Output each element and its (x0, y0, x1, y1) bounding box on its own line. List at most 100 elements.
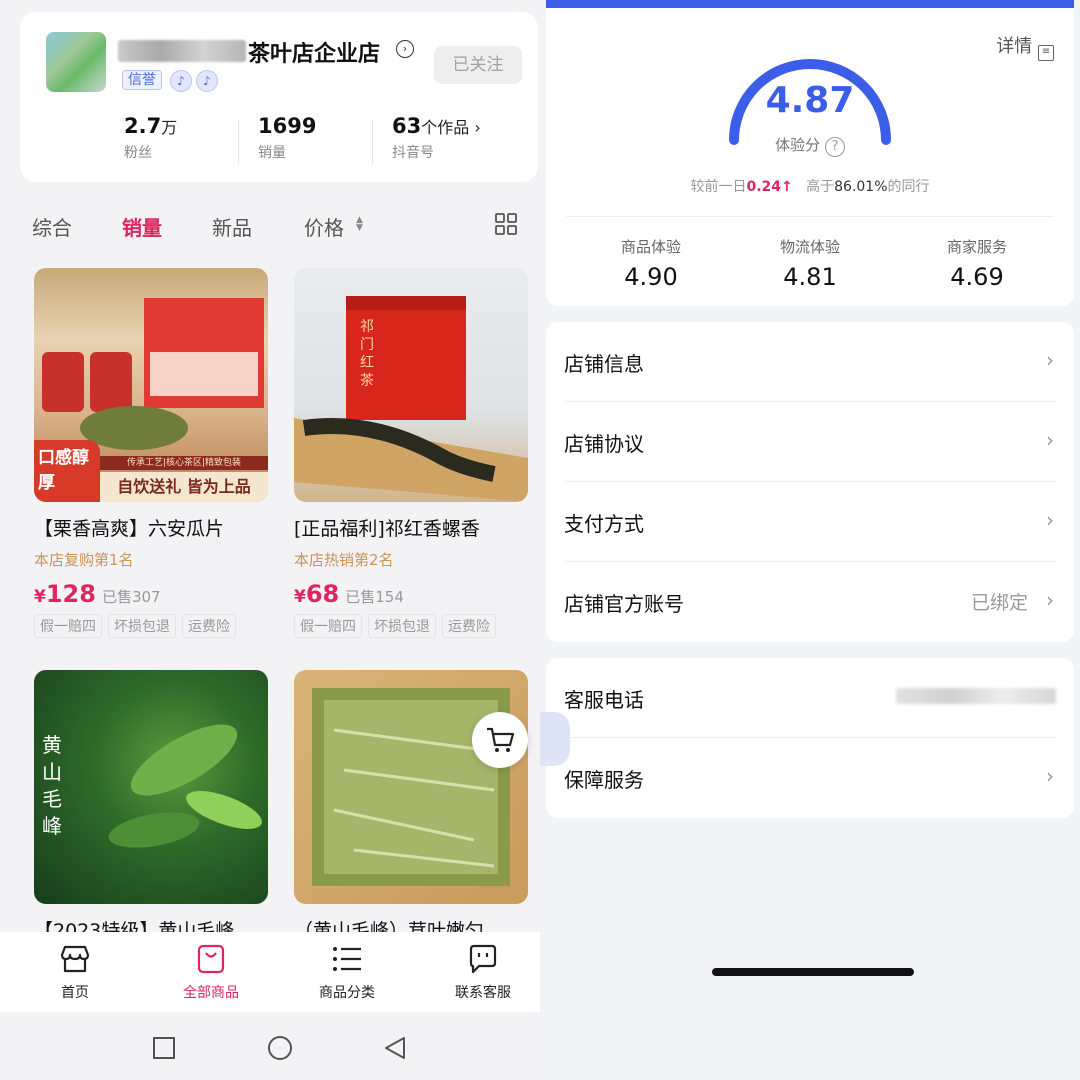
home-icon[interactable] (268, 1036, 292, 1060)
product-card[interactable]: 口感醇厚 传承工艺|核心茶区|精致包装 自饮送礼 皆为上品 【栗香高爽】六安瓜片… (34, 268, 268, 638)
rank-percent: 86.01% (834, 179, 888, 195)
grid-view-icon[interactable] (494, 212, 518, 236)
cart-icon (487, 727, 515, 752)
sub-score-value: 4.69 (950, 263, 1004, 291)
product-photo (312, 688, 510, 886)
menu-row-store-info[interactable]: 店铺信息 › (564, 322, 1056, 402)
rank-prefix: 高于 (806, 179, 835, 195)
menu-label: 店铺信息 (564, 352, 644, 376)
score-label-text: 体验分 (775, 136, 821, 154)
home-indicator[interactable] (712, 968, 914, 976)
detail-link[interactable]: 详情 ≡ (996, 32, 1054, 61)
sold-count: 已售307 (101, 588, 161, 606)
menu-row-store-agreement[interactable]: 店铺协议 › (564, 402, 1056, 482)
experience-score-card: 详情 ≡ 4.87 体验分 ? 较前一日0.24↑ 高于86.01%的同行 商品… (546, 0, 1074, 306)
tab-comprehensive[interactable]: 综合 (32, 212, 72, 241)
service-tag: 运费险 (442, 614, 496, 638)
product-photo (294, 296, 528, 502)
price-value: 128 (45, 580, 96, 608)
product-image[interactable]: 祁门红茶 (294, 268, 528, 502)
compare-delta: 0.24 (746, 179, 782, 195)
experience-score-label: 体验分 ? (546, 134, 1074, 157)
system-nav-buttons (153, 1036, 405, 1060)
score-comparison: 较前一日0.24↑ 高于86.01%的同行 (546, 176, 1074, 196)
divider (372, 120, 373, 164)
chevron-right-icon: › (1046, 508, 1054, 532)
store-avatar[interactable] (46, 32, 106, 92)
currency-symbol: ¥ (34, 587, 46, 607)
follow-button[interactable]: 已关注 (434, 46, 522, 84)
nav-label: 联系客服 (455, 985, 511, 1001)
nav-label: 首页 (61, 985, 89, 1001)
experience-score-value: 4.87 (765, 80, 855, 121)
price-value: 68 (305, 580, 340, 608)
compare-prefix: 较前一日 (690, 179, 747, 195)
phone-redacted (896, 688, 1056, 704)
menu-row-payment[interactable]: 支付方式 › (564, 482, 1056, 562)
nav-label: 商品分类 (319, 985, 375, 1001)
cart-button[interactable] (472, 712, 528, 768)
product-title[interactable]: 【栗香高爽】六安瓜片 (34, 514, 274, 541)
menu-label: 保障服务 (564, 768, 644, 792)
chevron-right-icon[interactable]: › (396, 40, 414, 58)
product-image[interactable] (294, 670, 528, 904)
fans-stat[interactable]: 2.7万 粉丝 (124, 114, 177, 162)
merchant-service-score: 商家服务 4.69 (902, 236, 1052, 291)
back-icon[interactable] (385, 1037, 405, 1059)
chevron-right-icon: › (1046, 588, 1054, 612)
menu-label: 店铺官方账号 (564, 592, 684, 616)
product-image[interactable]: 黄山毛峰 (34, 670, 268, 904)
store-name-redacted (118, 40, 246, 62)
rank-suffix: 的同行 (887, 179, 930, 195)
product-image[interactable]: 口感醇厚 传承工艺|核心茶区|精致包装 自饮送礼 皆为上品 (34, 268, 268, 502)
sold-count: 已售154 (345, 588, 404, 606)
product-title[interactable]: [正品福利]祁红香螺香 (294, 514, 534, 541)
tab-price[interactable]: 价格 (304, 212, 344, 241)
recents-icon[interactable] (153, 1037, 175, 1059)
promo-strip: 传承工艺|核心茶区|精致包装 (100, 456, 268, 470)
product-card[interactable]: （黄山毛峰）茸叶嫩匀 (294, 670, 528, 943)
store-name[interactable]: 茶叶店企业店 (248, 36, 380, 68)
product-card[interactable]: 祁门红茶 [正品福利]祁红香螺香 本店热销第2名 ¥68 已售154 假一赔四 坏… (294, 268, 528, 638)
menu-row-guarantee[interactable]: 保障服务 › (564, 738, 1056, 818)
help-icon[interactable]: ? (824, 137, 845, 157)
product-rank: 本店热销第2名 (294, 551, 394, 569)
works-stat[interactable]: 63个作品 › 抖音号 (392, 114, 481, 162)
sort-arrows-icon[interactable]: ▲ ▼ (356, 216, 363, 233)
credit-badge: 信誉 (122, 70, 162, 90)
nav-all-products[interactable]: 全部商品 (166, 942, 256, 1002)
service-menu: 客服电话 保障服务 › (546, 658, 1074, 818)
product-card[interactable]: 黄山毛峰 【2023特级】黄山毛峰 (34, 670, 268, 943)
sales-label: 销量 (258, 145, 286, 161)
chevron-right-icon: › (1046, 348, 1054, 372)
menu-label: 支付方式 (564, 512, 644, 536)
tab-new[interactable]: 新品 (212, 212, 252, 241)
nav-home[interactable]: 首页 (30, 942, 120, 1002)
nav-categories[interactable]: 商品分类 (302, 942, 392, 1002)
tab-sales[interactable]: 销量 (122, 212, 162, 241)
product-rank: 本店复购第1名 (34, 551, 134, 569)
douyin-badge-icon: ♪ (170, 70, 192, 92)
menu-row-phone[interactable]: 客服电话 (564, 658, 1056, 738)
shopping-bag-icon (197, 944, 225, 974)
menu-row-official-account[interactable]: 店铺官方账号 已绑定 › (564, 562, 1056, 642)
sales-stat: 1699 销量 (258, 114, 316, 162)
chevron-right-icon: › (1046, 764, 1054, 788)
sub-score-label: 商家服务 (946, 238, 1007, 256)
sort-tabs: 综合 销量 新品 价格 (0, 198, 540, 254)
assistant-robot-icon[interactable] (540, 712, 570, 766)
up-arrow-icon: ↑ (781, 179, 793, 195)
list-icon (333, 947, 361, 971)
menu-label: 店铺协议 (564, 432, 644, 456)
sub-score-label: 物流体验 (779, 238, 840, 256)
chevron-right-icon: › (1046, 428, 1054, 452)
nav-customer-service[interactable]: 联系客服 (438, 942, 528, 1002)
detail-label: 详情 (996, 36, 1033, 57)
service-tag: 运费险 (182, 614, 236, 638)
chat-icon (469, 944, 497, 974)
image-caption: 黄山毛峰 (42, 733, 62, 838)
divider (566, 216, 1054, 217)
works-unit: 个作品 (421, 118, 470, 137)
sales-count: 1699 (258, 114, 317, 138)
bottom-nav: 首页 全部商品 商品分类 联系客服 (0, 932, 540, 1012)
